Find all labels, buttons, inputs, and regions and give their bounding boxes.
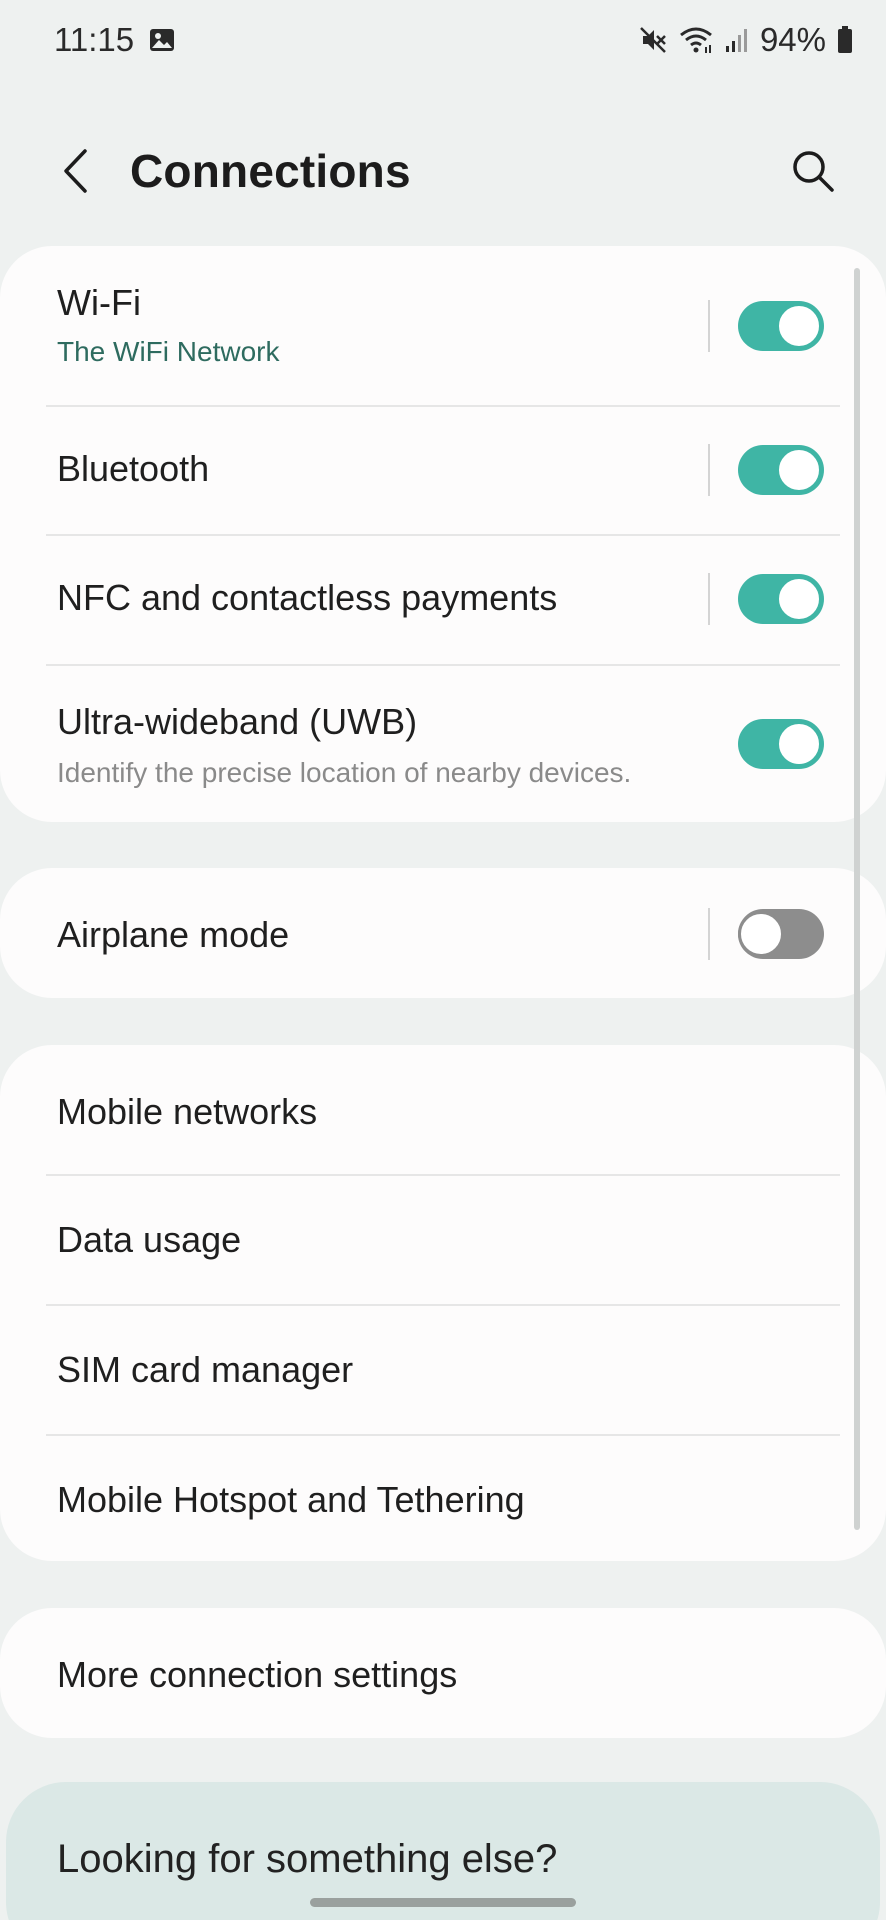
list-item-bluetooth[interactable]: Bluetooth [0, 406, 886, 534]
list-item-mobile-networks[interactable]: Mobile networks [0, 1045, 886, 1174]
bluetooth-label: Bluetooth [57, 448, 210, 489]
connections-screen: 11:15 94% Connections Wi-Fi The WiFi Net… [0, 0, 886, 1920]
list-item-more-connection-settings[interactable]: More connection settings [0, 1608, 886, 1738]
bluetooth-toggle[interactable] [738, 445, 824, 495]
list-item-airplane-mode[interactable]: Airplane mode [0, 868, 886, 998]
header: Connections [0, 120, 886, 226]
mobile-networks-label: Mobile networks [57, 1091, 318, 1132]
wifi-network-name: The WiFi Network [57, 336, 280, 367]
toggle-knob [776, 721, 822, 767]
separator [708, 444, 710, 496]
list-item-nfc[interactable]: NFC and contactless payments [0, 535, 886, 664]
separator [708, 908, 710, 960]
airplane-mode-toggle[interactable] [738, 909, 824, 959]
toggle-knob [776, 303, 822, 349]
status-time: 11:15 [54, 21, 135, 58]
battery-icon [836, 25, 854, 55]
toggle-knob [776, 576, 822, 622]
more-connection-settings-label: More connection settings [57, 1654, 458, 1695]
chevron-left-icon [60, 148, 90, 199]
list-item-hotspot-tethering[interactable]: Mobile Hotspot and Tethering [0, 1435, 886, 1561]
status-bar: 11:15 94% [0, 0, 886, 80]
nfc-toggle[interactable] [738, 574, 824, 624]
back-button[interactable] [46, 144, 104, 202]
help-title: Looking for something else? [57, 1837, 558, 1881]
status-right: 94% [638, 21, 854, 59]
battery-percent: 94% [759, 21, 826, 58]
search-icon [791, 149, 835, 198]
mute-icon [638, 25, 668, 55]
list-item-uwb[interactable]: Ultra-wideband (UWB) Identify the precis… [0, 665, 886, 822]
uwb-description: Identify the precise location of nearby … [57, 757, 632, 788]
gallery-icon [148, 26, 176, 54]
sim-card-manager-label: SIM card manager [57, 1349, 354, 1390]
list-item-wifi[interactable]: Wi-Fi The WiFi Network [0, 246, 886, 406]
nfc-label: NFC and contactless payments [57, 577, 558, 618]
scrollbar[interactable] [854, 268, 860, 1530]
toggle-knob [738, 911, 784, 957]
data-usage-label: Data usage [57, 1219, 242, 1260]
page-title: Connections [130, 145, 411, 197]
search-button[interactable] [784, 144, 842, 202]
signal-icon [724, 26, 750, 54]
list-item-data-usage[interactable]: Data usage [0, 1175, 886, 1304]
separator [708, 573, 710, 625]
separator [708, 300, 710, 352]
status-left: 11:15 [54, 21, 176, 59]
hotspot-tethering-label: Mobile Hotspot and Tethering [57, 1479, 525, 1520]
list-item-sim-card-manager[interactable]: SIM card manager [0, 1305, 886, 1434]
wifi-icon [678, 25, 714, 55]
toggle-knob [776, 447, 822, 493]
uwb-toggle[interactable] [738, 719, 824, 769]
airplane-mode-label: Airplane mode [57, 914, 290, 955]
uwb-label: Ultra-wideband (UWB) [57, 701, 418, 742]
wifi-label: Wi-Fi [57, 282, 141, 323]
wifi-toggle[interactable] [738, 301, 824, 351]
home-indicator[interactable] [310, 1898, 576, 1907]
